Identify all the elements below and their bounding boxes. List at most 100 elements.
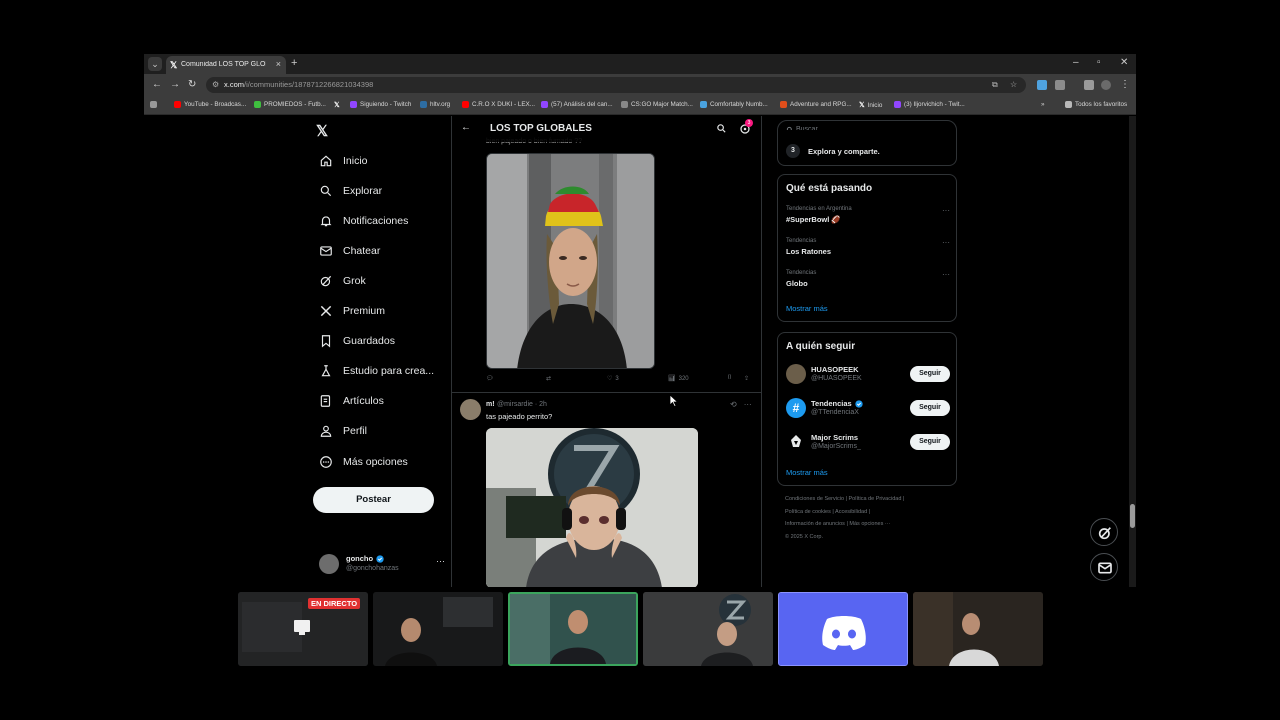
community-timeline: bien pajeado o bien fumado ?? [451, 116, 762, 587]
bookmark-item[interactable]: (57) Análisis del can... [541, 101, 613, 108]
bell-icon [320, 216, 332, 227]
minimize-icon[interactable]: – [1073, 57, 1079, 68]
grok-icon[interactable]: ⟲ [730, 400, 737, 409]
more-icon[interactable]: ··· [744, 400, 752, 409]
follow-handle: @HUASOPEEK [811, 375, 862, 382]
footer-line[interactable]: Condiciones de Servicio | Política de Pr… [785, 493, 955, 506]
site-info-icon[interactable]: ⚙ [212, 80, 219, 89]
messages-fab[interactable] [1090, 553, 1118, 581]
nav-item-articulos[interactable]: Artículos [319, 391, 384, 411]
address-bar[interactable]: ⚙ x.com/i/communities/187871226682103439… [206, 77, 1026, 93]
follow-suggestion[interactable]: HUASOPEEK @HUASOPEEK Seguir [786, 362, 950, 388]
heart-icon: ♡ [607, 376, 613, 382]
follow-suggestion[interactable]: Major Scrims @MajorScrims_ Seguir [786, 430, 950, 456]
bookmark-item[interactable]: 𝕏 Inicio [859, 101, 882, 110]
bookmark-item[interactable]: Siguiendo - Twitch [350, 101, 411, 108]
bookmark-item[interactable]: CS:GO Major Match... [621, 101, 693, 108]
bookmark-item[interactable]: Comfortably Numb... [700, 101, 768, 108]
onboarding-step[interactable]: 3 Explora y comparte. [786, 144, 880, 158]
nav-item-grok[interactable]: Grok [319, 271, 366, 291]
bookmark-item-x[interactable]: 𝕏 [334, 101, 340, 109]
more-icon[interactable]: ··· [942, 238, 950, 247]
new-tab-icon[interactable]: + [291, 57, 297, 69]
star-icon[interactable]: ☆ [1010, 80, 1017, 89]
restore-icon[interactable]: ▫ [1097, 57, 1101, 68]
trend-item[interactable]: Tendencias Globo ··· [786, 270, 950, 296]
reply-icon[interactable]: 💬︎ [486, 375, 494, 382]
trend-item[interactable]: Tendencias Los Ratones ··· [786, 238, 950, 264]
bookmarks-overflow-icon[interactable]: » [1041, 101, 1045, 108]
more-icon[interactable]: ··· [436, 556, 445, 566]
more-icon[interactable]: ··· [942, 206, 950, 215]
back-icon[interactable]: ← [152, 79, 162, 90]
follow-title: A quién seguir [786, 341, 856, 352]
all-bookmarks-folder[interactable]: Todos los favoritos [1065, 101, 1127, 108]
extension-icon[interactable] [1084, 80, 1094, 90]
bookmark-item[interactable]: Adventure and RPG... [780, 101, 852, 108]
views-button[interactable]: 📊︎ 320 [668, 375, 689, 383]
show-more-link[interactable]: Mostrar más [786, 304, 828, 313]
close-tab-icon[interactable]: × [276, 59, 281, 69]
more-icon[interactable]: ··· [942, 270, 950, 279]
follow-suggestion[interactable]: # Tendencias @TTendenciaX Seguir [786, 396, 950, 422]
forward-icon[interactable]: → [170, 79, 180, 90]
install-icon[interactable]: ⧉ [992, 80, 998, 90]
profile-name: goncho [346, 554, 374, 563]
avatar [319, 554, 339, 574]
x-favicon-icon: 𝕏 [170, 60, 178, 70]
tweet-author-meta: @mirsardie · 2h [497, 401, 547, 408]
bookmark-item[interactable]: YouTube - Broadcas... [174, 101, 246, 108]
bookmark-icon[interactable]: ⌷ [728, 375, 732, 382]
share-icon[interactable]: ⇪ [744, 375, 749, 382]
follow-button[interactable]: Seguir [910, 434, 950, 450]
close-window-icon[interactable]: ✕ [1120, 57, 1128, 68]
footer-line[interactable]: Información de anuncios | Más opciones ·… [785, 518, 955, 531]
search-icon[interactable] [716, 123, 727, 134]
bookmark-item[interactable]: (3) Iljorvichich - Twit... [894, 101, 965, 108]
x-logo-icon[interactable]: 𝕏 [316, 122, 328, 140]
nav-item-chatear[interactable]: Chatear [319, 241, 380, 261]
bookmark-item[interactable]: C.R.O X DUKI - LEX... [462, 101, 535, 108]
nav-item-mas-opciones[interactable]: Más opciones [319, 452, 408, 472]
nav-item-premium[interactable]: Premium [319, 301, 385, 321]
post-button[interactable]: Postear [313, 487, 434, 513]
avatar[interactable] [460, 399, 481, 420]
puzzle-icon[interactable] [1055, 80, 1065, 90]
follow-button[interactable]: Seguir [910, 366, 950, 382]
bookmark-item[interactable]: hltv.org [420, 101, 450, 108]
who-to-follow-card: A quién seguir HUASOPEEK @HUASOPEEK Segu… [777, 332, 957, 486]
back-arrow-icon[interactable]: ← [461, 122, 471, 133]
nav-item-guardados[interactable]: Guardados [319, 331, 395, 351]
nav-item-explorar[interactable]: Explorar [319, 181, 382, 201]
bookmark-item[interactable]: PROMIEDOS - Futb... [254, 101, 326, 108]
page-scrollbar[interactable] [1129, 116, 1136, 587]
nav-item-estudio[interactable]: Estudio para crea... [319, 361, 434, 381]
trend-item[interactable]: Tendencias en Argentina #SuperBowl 🏈 ··· [786, 206, 950, 232]
reload-icon[interactable]: ↻ [188, 79, 196, 90]
x-page: 𝕏 Inicio Explorar Notificaciones Chatear… [144, 116, 1136, 587]
tweet-text: tas pajeado perrito? [486, 412, 553, 421]
nav-item-notificaciones[interactable]: Notificaciones [319, 211, 408, 231]
scroll-thumb[interactable] [1130, 504, 1135, 528]
tab-search-button[interactable]: ⌄ [148, 57, 162, 71]
tweet-image-rasta[interactable] [486, 153, 655, 369]
x-favicon-icon: 𝕏 [859, 102, 865, 109]
retweet-icon[interactable]: ⇄ [546, 375, 551, 382]
account-switcher[interactable]: goncho @gonchohanzas ··· [319, 551, 449, 577]
follow-button[interactable]: Seguir [910, 400, 950, 416]
trend-name: Globo [786, 279, 808, 288]
tweet-author-name[interactable]: m! [486, 401, 495, 408]
nav-item-perfil[interactable]: Perfil [319, 421, 367, 441]
like-button[interactable]: ♡ 3 [607, 375, 619, 383]
grok-fab[interactable] [1090, 518, 1118, 546]
nav-item-inicio[interactable]: Inicio [319, 151, 368, 171]
footer-line[interactable]: Política de cookies | Accesibilidad | [785, 506, 955, 519]
extension-icon[interactable] [1037, 80, 1047, 90]
show-more-link[interactable]: Mostrar más [786, 468, 828, 477]
tab-title: Comunidad LOS TOP GLOBALES [181, 61, 266, 68]
apps-grid-icon[interactable] [150, 101, 157, 108]
active-tab[interactable]: 𝕏 Comunidad LOS TOP GLOBALES × [166, 56, 286, 74]
menu-kebab-icon[interactable]: ⋮ [1120, 79, 1130, 90]
tweet-image-streamer[interactable] [486, 428, 698, 587]
profile-avatar-icon[interactable] [1101, 80, 1111, 90]
